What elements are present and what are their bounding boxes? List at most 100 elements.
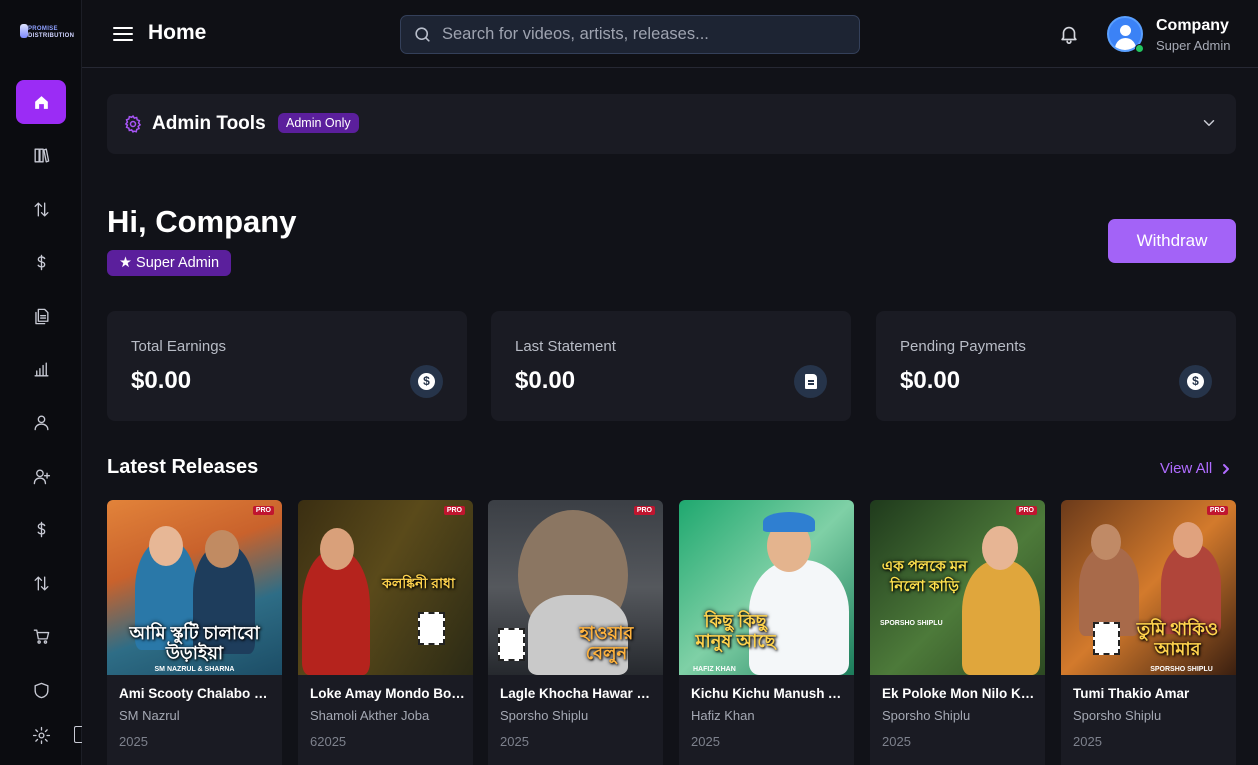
release-title: Ami Scooty Chalabo U... <box>119 686 274 701</box>
transfer-icon <box>33 575 49 591</box>
cover-title-art: কলঙ্কিনী রাধা <box>382 575 455 591</box>
view-all-label: View All <box>1160 460 1213 477</box>
sidebar-item-transfers[interactable] <box>16 561 66 605</box>
release-card[interactable]: PRO কলঙ্কিনী রাধা Loke Amay Mondo Bol...… <box>298 500 473 765</box>
release-artist: Sporsho Shiplu <box>500 708 589 723</box>
release-year: 2025 <box>691 734 720 749</box>
sidebar-item-security[interactable] <box>16 668 66 712</box>
cover-artist-art: HAFIZ KHAN <box>693 666 736 673</box>
sidebar-item-add-user[interactable] <box>16 454 66 498</box>
label-logo: PRO <box>1015 506 1037 515</box>
cover-title-art: আমি স্কুটি চালাবো উড়াইয়া <box>129 623 260 663</box>
release-card[interactable]: PRO হাওয়ার বেলুন Lagle Khocha Hawar B..… <box>488 500 663 765</box>
stat-label: Last Statement <box>515 338 616 355</box>
release-card[interactable]: PRO এক পলকে মন নিলো কাড়ি SPORSHO SHIPLU… <box>870 500 1045 765</box>
release-artist: Hafiz Khan <box>691 708 755 723</box>
cover-face <box>149 526 183 566</box>
sidebar-item-statements[interactable] <box>16 294 66 338</box>
cover-artist-art: SPORSHO SHIPLU <box>1150 666 1213 673</box>
cover-face <box>1091 524 1121 560</box>
sidebar-item-library[interactable] <box>16 133 66 177</box>
logo-mark <box>20 24 28 38</box>
dollar-icon <box>37 521 45 537</box>
transfer-icon <box>33 201 49 217</box>
cover-title-art: কিছু কিছু মানুষ আছে <box>695 611 776 651</box>
release-year: 2025 <box>500 734 529 749</box>
search-bar[interactable] <box>400 15 860 54</box>
cover-artist-art: SPORSHO SHIPLU <box>880 620 943 627</box>
cover-face <box>982 526 1018 570</box>
notifications-button[interactable] <box>1058 23 1080 45</box>
chevron-right-icon <box>1223 463 1230 474</box>
hamburger-icon <box>113 27 133 41</box>
cover-title-art: এক পলকে মন নিলো কাড়ি <box>881 558 968 595</box>
release-title: Tumi Thakio Amar <box>1073 686 1190 701</box>
library-icon <box>33 147 49 163</box>
label-logo: PRO <box>252 506 274 515</box>
sidebar-item-store[interactable] <box>16 614 66 658</box>
dollar-coin-icon: $ <box>410 365 443 398</box>
user-name[interactable]: Company <box>1156 17 1229 35</box>
view-all-link[interactable]: View All <box>1160 460 1232 477</box>
cover-face <box>320 528 354 570</box>
cover-artist-stamp <box>418 612 445 645</box>
cover-face <box>205 530 239 568</box>
sidebar-item-transactions[interactable] <box>16 187 66 231</box>
collapse-sidebar-icon[interactable] <box>74 726 82 743</box>
sidebar-item-home[interactable] <box>16 80 66 124</box>
release-title: Loke Amay Mondo Bol... <box>310 686 465 701</box>
label-logo: PRO <box>1206 506 1228 515</box>
menu-toggle-button[interactable] <box>112 24 134 44</box>
gear-icon <box>123 114 143 134</box>
online-status-dot <box>1135 44 1144 53</box>
brand-tagline: DISTRIBUTION <box>28 33 75 39</box>
release-cover-image: PRO আমি স্কুটি চালাবো উড়াইয়া SM NAZRUL… <box>107 500 282 675</box>
settings-icon <box>32 726 50 744</box>
label-logo: PRO <box>633 506 655 515</box>
release-year: 2025 <box>882 734 911 749</box>
sidebar-item-payouts[interactable] <box>16 507 66 551</box>
label-logo: PRO <box>443 506 465 515</box>
release-artist: Sporsho Shiplu <box>882 708 971 723</box>
search-icon <box>415 27 430 42</box>
chevron-down-icon[interactable] <box>1200 114 1218 132</box>
stat-card-total-earnings: Total Earnings $0.00 $ <box>107 311 467 421</box>
user-add-icon <box>33 468 50 484</box>
latest-releases-title: Latest Releases <box>107 456 259 478</box>
release-card[interactable]: PRO আমি স্কুটি চালাবো উড়াইয়া SM NAZRUL… <box>107 500 282 765</box>
top-bar: Home Company Super Admin <box>82 0 1258 68</box>
cover-artist-stamp <box>1093 622 1120 655</box>
documents-icon <box>34 308 49 324</box>
avatar-body <box>1115 38 1136 50</box>
dollar-icon <box>37 254 45 270</box>
cover-title-art: হাওয়ার বেলুন <box>579 623 634 663</box>
release-card[interactable]: কিছু কিছু মানুষ আছে HAFIZ KHAN Kichu Kic… <box>679 500 854 765</box>
user-role: Super Admin <box>1156 38 1231 53</box>
admin-tools-panel[interactable]: Admin Tools Admin Only <box>107 94 1236 154</box>
release-year: 2025 <box>1073 734 1102 749</box>
cover-face <box>1173 522 1203 558</box>
sidebar: PROMISE DISTRIBUTION <box>0 0 82 765</box>
shield-icon <box>33 682 49 698</box>
cover-title-art: তুমি থাকিও আমার <box>1136 619 1219 659</box>
release-title: Lagle Khocha Hawar B... <box>500 686 655 701</box>
sidebar-item-earnings[interactable] <box>16 240 66 284</box>
sidebar-item-settings[interactable] <box>16 713 66 757</box>
brand-logo[interactable]: PROMISE DISTRIBUTION <box>18 22 74 42</box>
release-cover-image: কিছু কিছু মানুষ আছে HAFIZ KHAN <box>679 500 854 675</box>
analytics-icon <box>33 361 49 377</box>
release-card[interactable]: PRO তুমি থাকিও আমার SPORSHO SHIPLU Tumi … <box>1061 500 1236 765</box>
sidebar-item-analytics[interactable] <box>16 347 66 391</box>
withdraw-button[interactable]: Withdraw <box>1108 219 1236 263</box>
stat-label: Total Earnings <box>131 338 227 355</box>
dollar-coin-icon: $ <box>1179 365 1212 398</box>
sidebar-item-profile[interactable] <box>16 400 66 444</box>
greeting-heading: Hi, Company <box>107 204 297 239</box>
stat-label: Pending Payments <box>900 338 1026 355</box>
stat-value: $0.00 <box>900 367 961 394</box>
search-input[interactable] <box>442 25 842 44</box>
cover-artist-stamp <box>498 628 525 661</box>
release-year: 2025 <box>119 734 148 749</box>
stat-card-last-statement: Last Statement $0.00 <box>491 311 851 421</box>
release-title: Kichu Kichu Manush A... <box>691 686 846 701</box>
